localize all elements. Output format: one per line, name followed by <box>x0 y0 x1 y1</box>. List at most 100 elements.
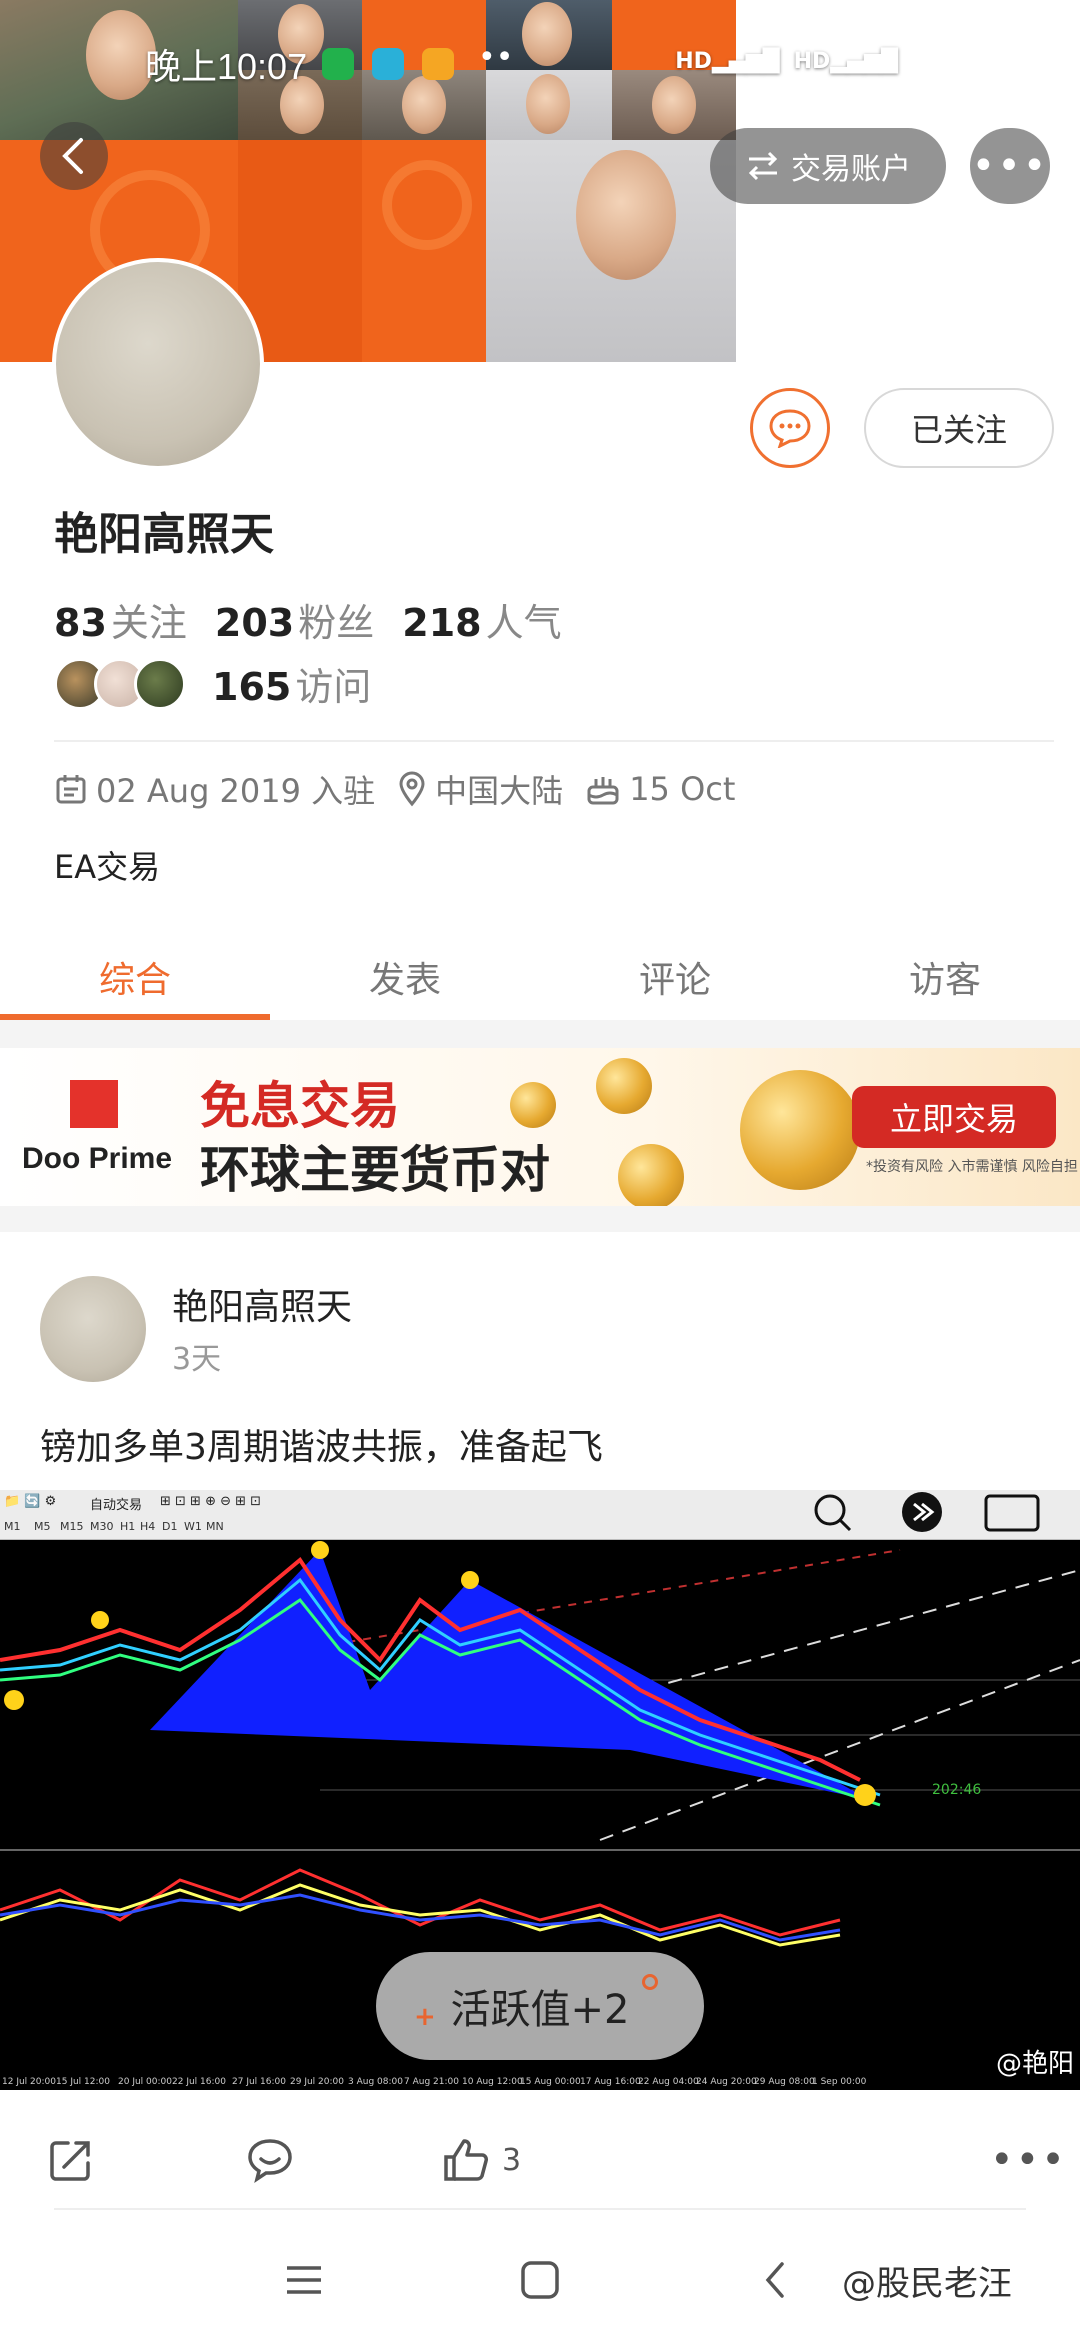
banner-orange-tile <box>362 140 486 362</box>
x-tick: 27 Jul 16:00 <box>232 2077 286 2087</box>
share-icon <box>50 2141 90 2181</box>
profile-stats: 83 关注 203 粉丝 218 人气 <box>54 592 562 647</box>
chart-overlay-controls <box>814 1492 1040 1532</box>
signal-icon: HD▂▄▆█ <box>793 48 898 74</box>
stat-following[interactable]: 83 关注 <box>54 592 187 647</box>
comment-icon <box>248 2139 292 2183</box>
swap-icon <box>748 151 778 181</box>
x-tick: 24 Aug 20:00 <box>696 2077 757 2087</box>
ad-headline: 免息交易 <box>200 1077 400 1135</box>
location: 中国大陆 <box>397 766 563 812</box>
post-actions: 3 ••• <box>0 2110 1080 2210</box>
signal-icon: HD▂▄▆█ <box>675 48 780 74</box>
trading-account-label: 交易账户 <box>791 152 911 187</box>
timeframe-d1: D1 <box>162 1520 178 1533</box>
tab-posts[interactable]: 发表 <box>270 934 540 1020</box>
post-author-avatar[interactable] <box>40 1276 146 1382</box>
plus-icon: + <box>414 2002 436 2032</box>
like-count: 3 <box>502 2142 522 2178</box>
battery-icon: 81 <box>970 45 1046 77</box>
profile-username: 艳阳高照天 <box>54 509 274 560</box>
comment-button[interactable] <box>246 2137 294 2183</box>
timeframe-w1: W1 <box>184 1520 202 1533</box>
more-options-button[interactable]: ••• <box>970 128 1050 204</box>
x-tick: 15 Aug 00:00 <box>520 2077 581 2087</box>
chart-toolbar: 📁 🔄 ⚙ 自动交易 ⊞ ⊡ ⊞ ⊕ ⊖ ⊞ ⊡ M1 M5 M15 M30 H… <box>0 1490 1080 1540</box>
status-indicators: HD▂▄▆█ HD▂▄▆█ 81 <box>675 44 1046 78</box>
coin-icon <box>510 1082 556 1128</box>
x-tick: 20 Jul 00:00 <box>118 2077 172 2087</box>
back-triangle-icon[interactable] <box>760 2260 790 2300</box>
x-tick: 22 Jul 16:00 <box>172 2077 226 2087</box>
timeframe-m15: M15 <box>60 1520 84 1533</box>
divider <box>54 740 1054 742</box>
chart-watermark: @艳阳 <box>995 2049 1074 2079</box>
location-pin-icon <box>399 771 425 807</box>
following-button[interactable]: 已关注 <box>864 388 1054 468</box>
cake-icon <box>587 777 619 805</box>
profile-meta: 02 Aug 2019 入驻 中国大陆 15 Oct <box>54 766 757 812</box>
section-gap <box>0 1020 1080 1048</box>
chat-bubble-icon <box>769 409 811 448</box>
x-tick: 15 Jul 12:00 <box>56 2077 110 2087</box>
more-dots-icon: ••• <box>990 2137 1067 2183</box>
chart-x-axis: 12 Jul 20:00 15 Jul 12:00 20 Jul 00:00 2… <box>2 2077 867 2087</box>
section-gap <box>0 1206 1080 1232</box>
tab-comments[interactable]: 评论 <box>540 934 810 1020</box>
post-author-name[interactable]: 艳阳高照天 <box>172 1278 352 1330</box>
chart-price-label: 202:46 <box>932 1782 981 1798</box>
home-square-icon[interactable] <box>520 2260 560 2300</box>
x-tick: 10 Aug 12:00 <box>462 2077 523 2087</box>
tab-overview[interactable]: 综合 <box>0 934 270 1020</box>
phone-icon <box>322 48 354 80</box>
toolbar-icons: 📁 🔄 ⚙ <box>4 1494 57 1509</box>
thumbs-up-icon <box>444 2139 488 2181</box>
trading-account-button[interactable]: 交易账户 <box>710 128 946 204</box>
timeframe-m1: M1 <box>4 1520 21 1533</box>
x-tick: 7 Aug 21:00 <box>404 2077 459 2087</box>
menu-icon[interactable] <box>284 2260 324 2300</box>
ad-banner[interactable]: Doo Prime 免息交易 环球主要货币对 立即交易 *投资有风险 入市需谨慎… <box>0 1048 1080 1206</box>
ad-brand: Doo Prime <box>22 1142 173 1175</box>
ad-cta-button[interactable]: 立即交易 <box>852 1086 1056 1148</box>
share-button[interactable] <box>48 2137 94 2183</box>
birthday: 15 Oct <box>585 770 735 808</box>
ad-subline: 环球主要货币对 <box>200 1141 550 1199</box>
timeframe-h4: H4 <box>140 1520 156 1533</box>
coin-dot-icon <box>642 1974 658 1990</box>
send-icon <box>372 48 404 80</box>
x-tick: 29 Jul 20:00 <box>290 2077 344 2087</box>
chevron-left-icon <box>62 138 83 174</box>
x-tick: 29 Aug 08:00 <box>754 2077 815 2087</box>
stat-followers[interactable]: 203 粉丝 <box>215 592 374 647</box>
doo-prime-logo-icon <box>70 1080 118 1128</box>
profile-avatar[interactable] <box>52 258 264 470</box>
more-notifications-icon: •• <box>478 40 514 75</box>
more-icon: ••• <box>971 143 1049 189</box>
post-text: 镑加多单3周期谐波共振，准备起飞 <box>40 1427 603 1468</box>
x-tick: 17 Aug 16:00 <box>580 2077 641 2087</box>
like-button[interactable]: 3 <box>442 2137 521 2183</box>
recent-visitors[interactable]: 165 访问 <box>54 656 371 711</box>
banner-photo-tile <box>486 140 736 362</box>
status-bar: 晚上10:07 •• HD▂▄▆█ HD▂▄▆█ 81 <box>0 30 1080 100</box>
ad-disclaimer: *投资有风险 入市需谨慎 风险自担 <box>866 1159 1078 1175</box>
coin-icon <box>596 1058 652 1114</box>
activity-toast: + 活跃值+2 <box>376 1952 704 2060</box>
timeframe-m30: M30 <box>90 1520 114 1533</box>
tab-visitors[interactable]: 访客 <box>810 934 1080 1020</box>
joined-date: 02 Aug 2019 入驻 <box>54 766 375 812</box>
activity-toast-label: 活跃值+2 <box>450 1987 630 2033</box>
message-app-icon <box>422 48 454 80</box>
visit-count: 165 访问 <box>212 665 372 709</box>
wifi-icon <box>912 46 956 78</box>
message-button[interactable] <box>750 388 830 468</box>
back-button[interactable] <box>40 122 108 190</box>
coin-icon <box>740 1070 860 1190</box>
nav-watermark: @股民老汪 <box>842 2264 1012 2304</box>
status-time: 晚上10:07 <box>145 46 308 87</box>
timeframe-h1: H1 <box>120 1520 136 1533</box>
system-navigation-bar: @股民老汪 <box>0 2230 1080 2340</box>
post-more-button[interactable]: ••• <box>990 2137 1067 2183</box>
x-tick: 1 Sep 00:00 <box>812 2077 867 2087</box>
